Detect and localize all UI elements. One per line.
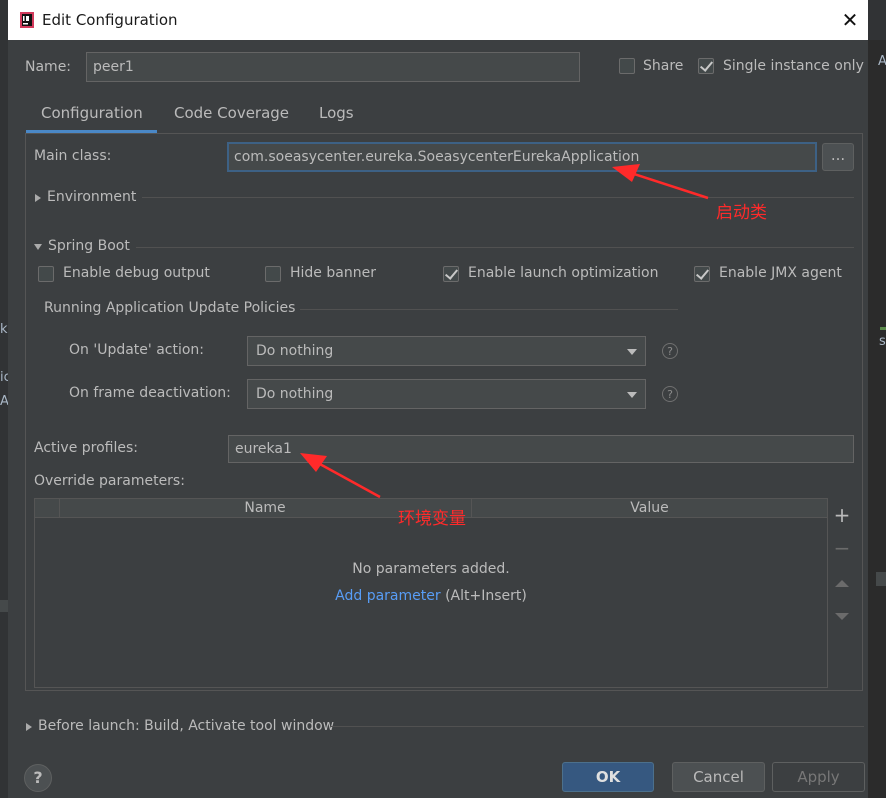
annotation-arrow-main-class <box>612 164 709 200</box>
annotation-arrows <box>300 164 709 499</box>
profiles-annotation: 环境变量 <box>398 509 466 529</box>
main-class-annotation: 启动类 <box>716 203 767 223</box>
annotation-arrow-profiles <box>300 453 381 499</box>
